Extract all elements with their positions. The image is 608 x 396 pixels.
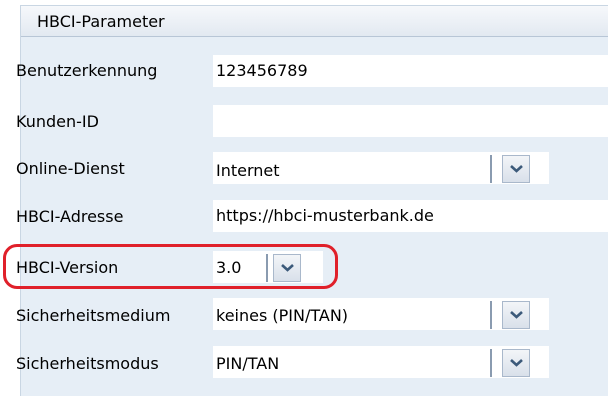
sicherheitsmedium-dropdown-button[interactable] xyxy=(502,301,530,329)
panel-title: HBCI-Parameter xyxy=(37,12,165,31)
online-dienst-value: Internet xyxy=(216,161,280,180)
kunden-id-label: Kunden-ID xyxy=(16,112,99,131)
benutzerkennung-input[interactable]: 123456789 xyxy=(213,55,608,87)
online-dienst-dropdown-button[interactable] xyxy=(502,155,530,183)
dropdown-separator xyxy=(490,301,492,329)
sicherheitsmodus-select[interactable]: PIN/TAN xyxy=(213,346,549,378)
sicherheitsmodus-dropdown-button[interactable] xyxy=(502,349,530,377)
hbci-adresse-label: HBCI-Adresse xyxy=(16,207,124,226)
sicherheitsmodus-label: Sicherheitsmodus xyxy=(16,354,159,373)
sicherheitsmodus-value: PIN/TAN xyxy=(216,354,280,373)
sicherheitsmedium-value: keines (PIN/TAN) xyxy=(216,306,349,325)
chevron-down-icon xyxy=(510,311,523,319)
dropdown-separator xyxy=(490,349,492,377)
panel-header: HBCI-Parameter xyxy=(21,5,608,37)
sicherheitsmedium-label: Sicherheitsmedium xyxy=(16,306,171,325)
hbci-adresse-input[interactable]: https://hbci-musterbank.de xyxy=(213,200,608,232)
sicherheitsmedium-select[interactable]: keines (PIN/TAN) xyxy=(213,298,549,330)
chevron-down-icon xyxy=(510,165,523,173)
online-dienst-select[interactable]: Internet xyxy=(213,152,549,184)
online-dienst-label: Online-Dienst xyxy=(16,159,125,178)
benutzerkennung-label: Benutzerkennung xyxy=(16,61,158,80)
benutzerkennung-value: 123456789 xyxy=(216,61,308,80)
chevron-down-icon xyxy=(510,359,523,367)
hbci-version-highlight xyxy=(3,244,338,289)
hbci-adresse-value: https://hbci-musterbank.de xyxy=(216,206,434,225)
dropdown-separator xyxy=(490,155,492,183)
kunden-id-input[interactable] xyxy=(213,105,608,137)
